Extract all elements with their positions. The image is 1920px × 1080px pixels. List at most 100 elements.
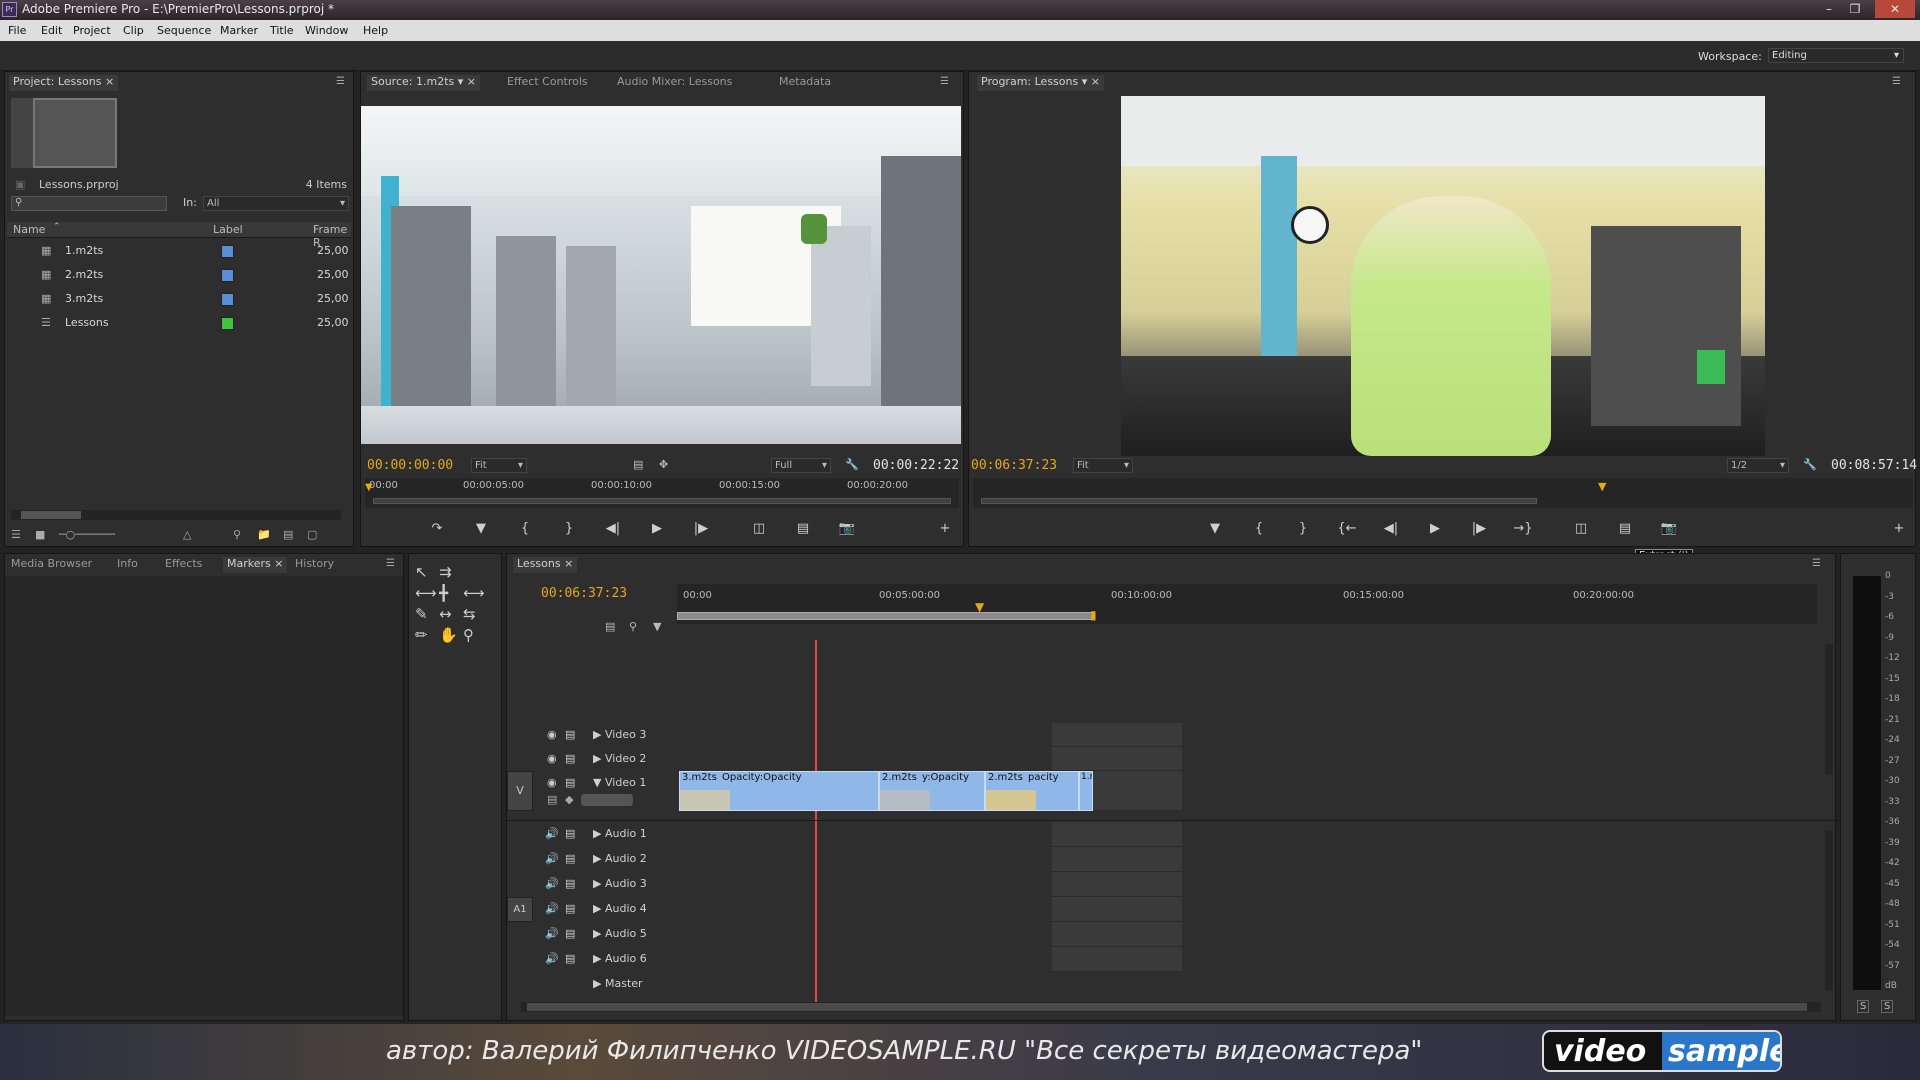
project-search-input[interactable]: ⚲	[11, 196, 167, 211]
list-item[interactable]: ▦ 1.m2ts 25,00	[13, 240, 353, 264]
lock-icon[interactable]: ▤	[565, 952, 575, 965]
maximize-button[interactable]: ❐	[1844, 0, 1866, 18]
export-frame-button[interactable]: 📷	[833, 518, 861, 540]
speaker-icon[interactable]: 🔊	[545, 877, 559, 890]
collapse-icon[interactable]: ▼	[593, 776, 601, 789]
add-button-icon[interactable]: +	[1885, 518, 1913, 540]
play-button[interactable]: ▶	[1421, 518, 1449, 540]
close-window-button[interactable]: ✕	[1875, 0, 1915, 18]
slide-tool-icon[interactable]: ⇆	[463, 604, 476, 625]
clip[interactable]: 2.m2ts y:Opacity	[879, 771, 985, 811]
track-master[interactable]: ▶ Master	[539, 972, 673, 996]
eye-icon[interactable]: ◉	[547, 752, 557, 765]
mark-out-button[interactable]: }	[555, 518, 583, 540]
menu-edit[interactable]: Edit	[41, 24, 62, 37]
expand-icon[interactable]: ▶	[593, 728, 601, 741]
speaker-icon[interactable]: 🔊	[545, 952, 559, 965]
close-icon[interactable]: ×	[105, 75, 114, 88]
hand-tool-icon[interactable]: ✋	[439, 625, 458, 646]
panel-menu-icon[interactable]: ☰	[940, 76, 949, 87]
list-view-icon[interactable]: ☰	[11, 528, 21, 541]
expand-icon[interactable]: ▶	[593, 952, 601, 965]
display-style-icon[interactable]: ▤	[547, 793, 557, 806]
new-item-icon[interactable]: ▤	[283, 528, 293, 541]
automate-icon[interactable]: △	[183, 528, 191, 541]
tab-effects[interactable]: Effects	[165, 557, 202, 573]
menu-sequence[interactable]: Sequence	[157, 24, 211, 37]
lock-icon[interactable]: ▤	[565, 877, 575, 890]
list-item[interactable]: ▦ 2.m2ts 25,00	[13, 264, 353, 288]
panel-menu-icon[interactable]: ☰	[1812, 558, 1821, 569]
col-label[interactable]: Label	[213, 223, 243, 236]
tab-audio-mixer[interactable]: Audio Mixer: Lessons	[617, 75, 732, 91]
lock-icon[interactable]: ▤	[565, 827, 575, 840]
add-marker-button[interactable]: ▼	[467, 518, 495, 540]
close-icon[interactable]: ×	[467, 75, 476, 88]
work-area-end-handle[interactable]: ▮	[1090, 608, 1097, 622]
program-ruler[interactable]: ▼	[973, 478, 1913, 508]
menu-marker[interactable]: Marker	[220, 24, 258, 37]
expand-icon[interactable]: ▶	[593, 927, 601, 940]
playhead-marker[interactable]: ▼	[1598, 480, 1606, 493]
drag-audio-icon[interactable]: ✥	[659, 458, 668, 471]
mark-clip-icon[interactable]: ↷	[423, 518, 451, 540]
panel-menu-icon[interactable]: ☰	[386, 558, 395, 569]
eye-icon[interactable]: ◉	[547, 728, 557, 741]
source-quality-dropdown[interactable]: Full ▾	[771, 458, 831, 473]
timeline-ruler[interactable]: 00:00 00:05:00:00 00:10:00:00 00:15:00:0…	[677, 584, 1817, 624]
pen-tool-icon[interactable]: ✏	[415, 625, 428, 646]
playhead-marker[interactable]: ▼	[365, 482, 373, 493]
expand-icon[interactable]: ▶	[593, 752, 601, 765]
track-select-tool-icon[interactable]: ⇉	[439, 562, 452, 583]
clip[interactable]: 2.m2ts pacity	[985, 771, 1079, 811]
close-icon[interactable]: ×	[274, 557, 283, 570]
source-zoom-bar[interactable]	[373, 498, 951, 504]
lock-icon[interactable]: ▤	[565, 752, 575, 765]
selection-tool-icon[interactable]: ↖	[415, 562, 428, 583]
rate-stretch-tool-icon[interactable]: ⟷	[463, 583, 485, 604]
list-item[interactable]: ▦ 3.m2ts 25,00	[13, 288, 353, 312]
lock-icon[interactable]: ▤	[565, 728, 575, 741]
drag-video-icon[interactable]: ▤	[633, 458, 643, 471]
track-audio-4[interactable]: 🔊 ▤ ▶ Audio 4	[539, 897, 673, 921]
tab-source[interactable]: Source: 1.m2ts ▾ ×	[367, 75, 480, 91]
tab-effect-controls[interactable]: Effect Controls	[507, 75, 588, 91]
track-audio-2[interactable]: 🔊 ▤ ▶ Audio 2	[539, 847, 673, 871]
source-ruler[interactable]: 00:00 00:00:05:00 00:00:10:00 00:00:15:0…	[365, 478, 959, 508]
speaker-icon[interactable]: 🔊	[545, 852, 559, 865]
playhead-marker[interactable]: ▼	[975, 600, 984, 614]
insert-button[interactable]: ◫	[745, 518, 773, 540]
keyframe-marker-icon[interactable]: ⚲	[629, 620, 637, 633]
horizontal-scrollbar[interactable]	[11, 510, 341, 520]
snap-icon[interactable]: ▤	[605, 620, 615, 633]
tab-markers[interactable]: Markers ×	[223, 557, 288, 573]
menu-title[interactable]: Title	[270, 24, 294, 37]
tab-project[interactable]: Project: Lessons ×	[9, 75, 119, 91]
track-audio-1[interactable]: 🔊 ▤ ▶ Audio 1	[539, 822, 673, 846]
menu-file[interactable]: File	[8, 24, 26, 37]
program-quality-dropdown[interactable]: 1/2 ▾	[1727, 458, 1789, 473]
lift-button[interactable]: ◫	[1567, 518, 1595, 540]
expand-icon[interactable]: ▶	[593, 827, 601, 840]
extract-button[interactable]: ▤	[1611, 518, 1639, 540]
tab-media-browser[interactable]: Media Browser	[11, 557, 92, 573]
audio-target-a1[interactable]: A1	[507, 897, 533, 922]
workspace-dropdown[interactable]: Editing ▾	[1768, 48, 1904, 63]
go-to-in-button[interactable]: {←	[1333, 518, 1361, 540]
mark-in-button[interactable]: {	[1245, 518, 1273, 540]
track-audio-3[interactable]: 🔊 ▤ ▶ Audio 3	[539, 872, 673, 896]
timeline-timecode[interactable]: 00:06:37:23	[541, 586, 627, 601]
razor-tool-icon[interactable]: ✎	[415, 604, 428, 625]
mark-in-button[interactable]: {	[511, 518, 539, 540]
speaker-icon[interactable]: 🔊	[545, 927, 559, 940]
add-marker-icon[interactable]: ▼	[653, 620, 661, 633]
tab-metadata[interactable]: Metadata	[779, 75, 831, 91]
find-icon[interactable]: ⚲	[233, 528, 241, 541]
ripple-edit-tool-icon[interactable]: ⟷	[415, 583, 437, 604]
speaker-icon[interactable]: 🔊	[545, 902, 559, 915]
tab-history[interactable]: History	[295, 557, 334, 573]
track-video-1[interactable]: ◉ ▤ ▼ Video 1 ▤ ◆	[539, 771, 673, 811]
list-item[interactable]: ☰ Lessons 25,00	[13, 312, 353, 336]
keyframe-nav[interactable]	[581, 794, 633, 806]
lock-icon[interactable]: ▤	[565, 776, 575, 789]
